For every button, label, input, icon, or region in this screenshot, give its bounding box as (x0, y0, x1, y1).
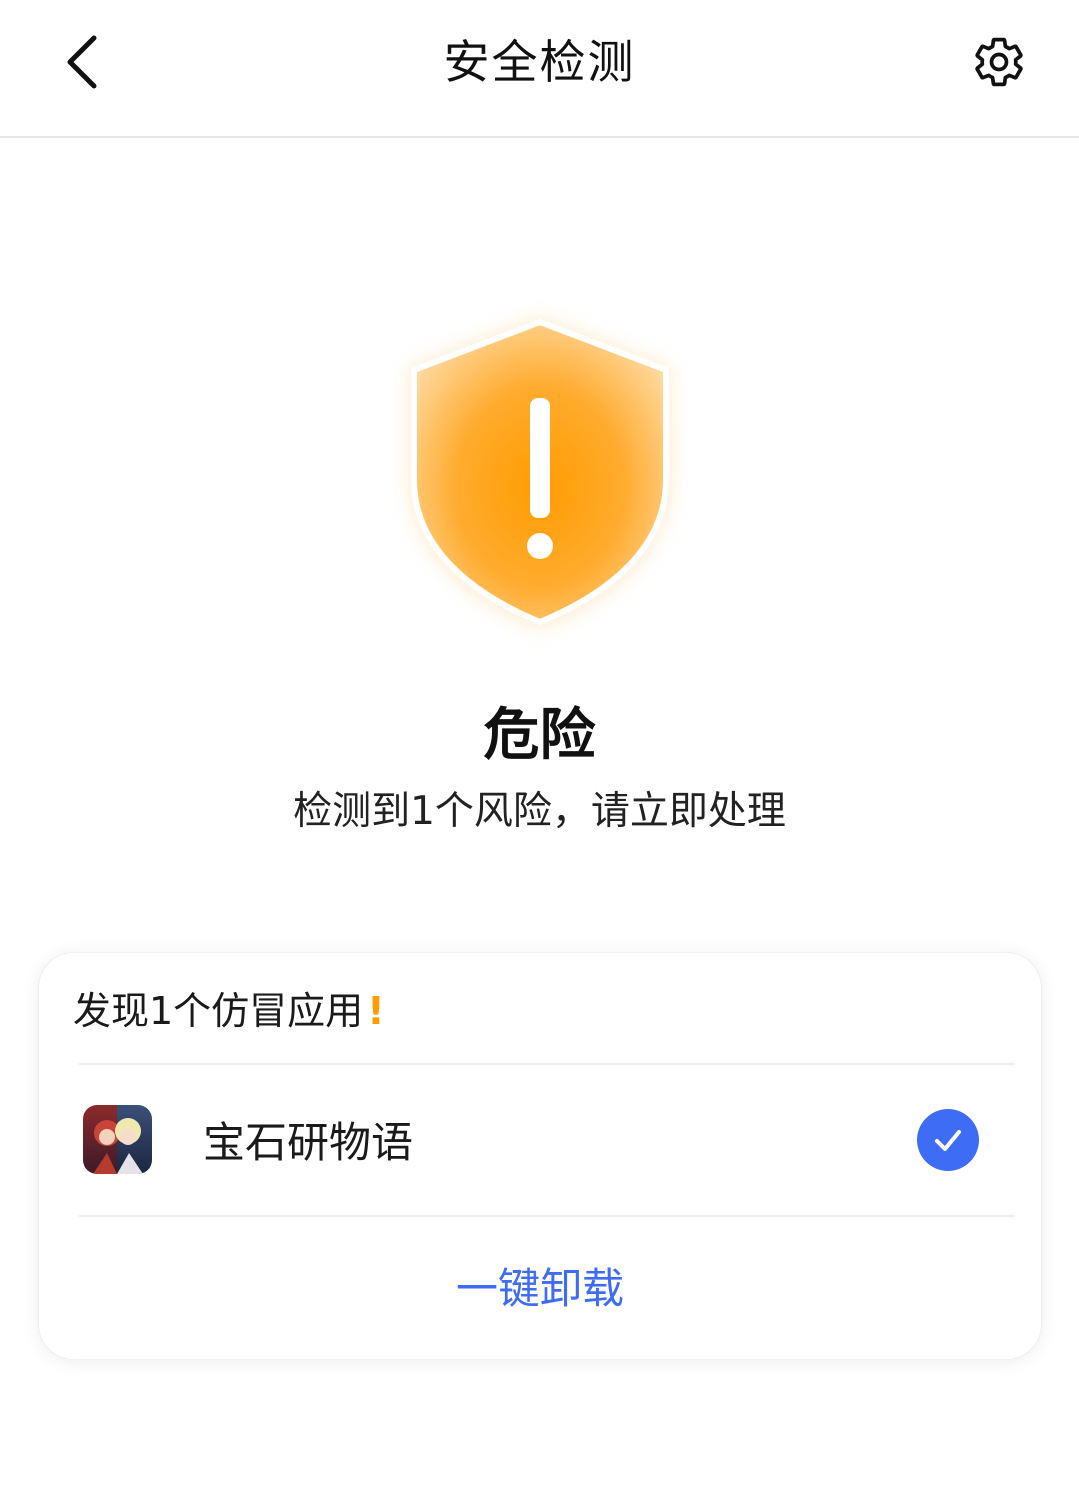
list-item[interactable]: 宝石研物语 (39, 1065, 1041, 1217)
game-app-icon (83, 1105, 152, 1174)
app-icon (83, 1105, 152, 1174)
risk-card: 发现1个仿冒应用! 宝石研物语 一键卸载 (38, 952, 1042, 1360)
checkmark-icon (935, 1130, 961, 1151)
app-checkbox[interactable] (917, 1109, 979, 1171)
card-header: 发现1个仿冒应用! (73, 983, 385, 1039)
gear-icon (975, 37, 1023, 87)
uninstall-all-button[interactable]: 一键卸载 (39, 1217, 1041, 1361)
warning-shield-icon (410, 318, 670, 628)
risk-level: 危险 (483, 703, 596, 768)
card-header-text: 发现1个仿冒应用 (73, 989, 364, 1033)
page-title: 安全检测 (443, 35, 636, 89)
top-bar: 安全检测 (0, 0, 1079, 138)
settings-button[interactable] (966, 30, 1032, 94)
warning-mark: ! (367, 989, 385, 1033)
risk-message: 检测到1个风险，请立即处理 (293, 789, 786, 834)
app-name: 宝石研物语 (203, 1118, 414, 1167)
warning-shield (380, 290, 700, 650)
